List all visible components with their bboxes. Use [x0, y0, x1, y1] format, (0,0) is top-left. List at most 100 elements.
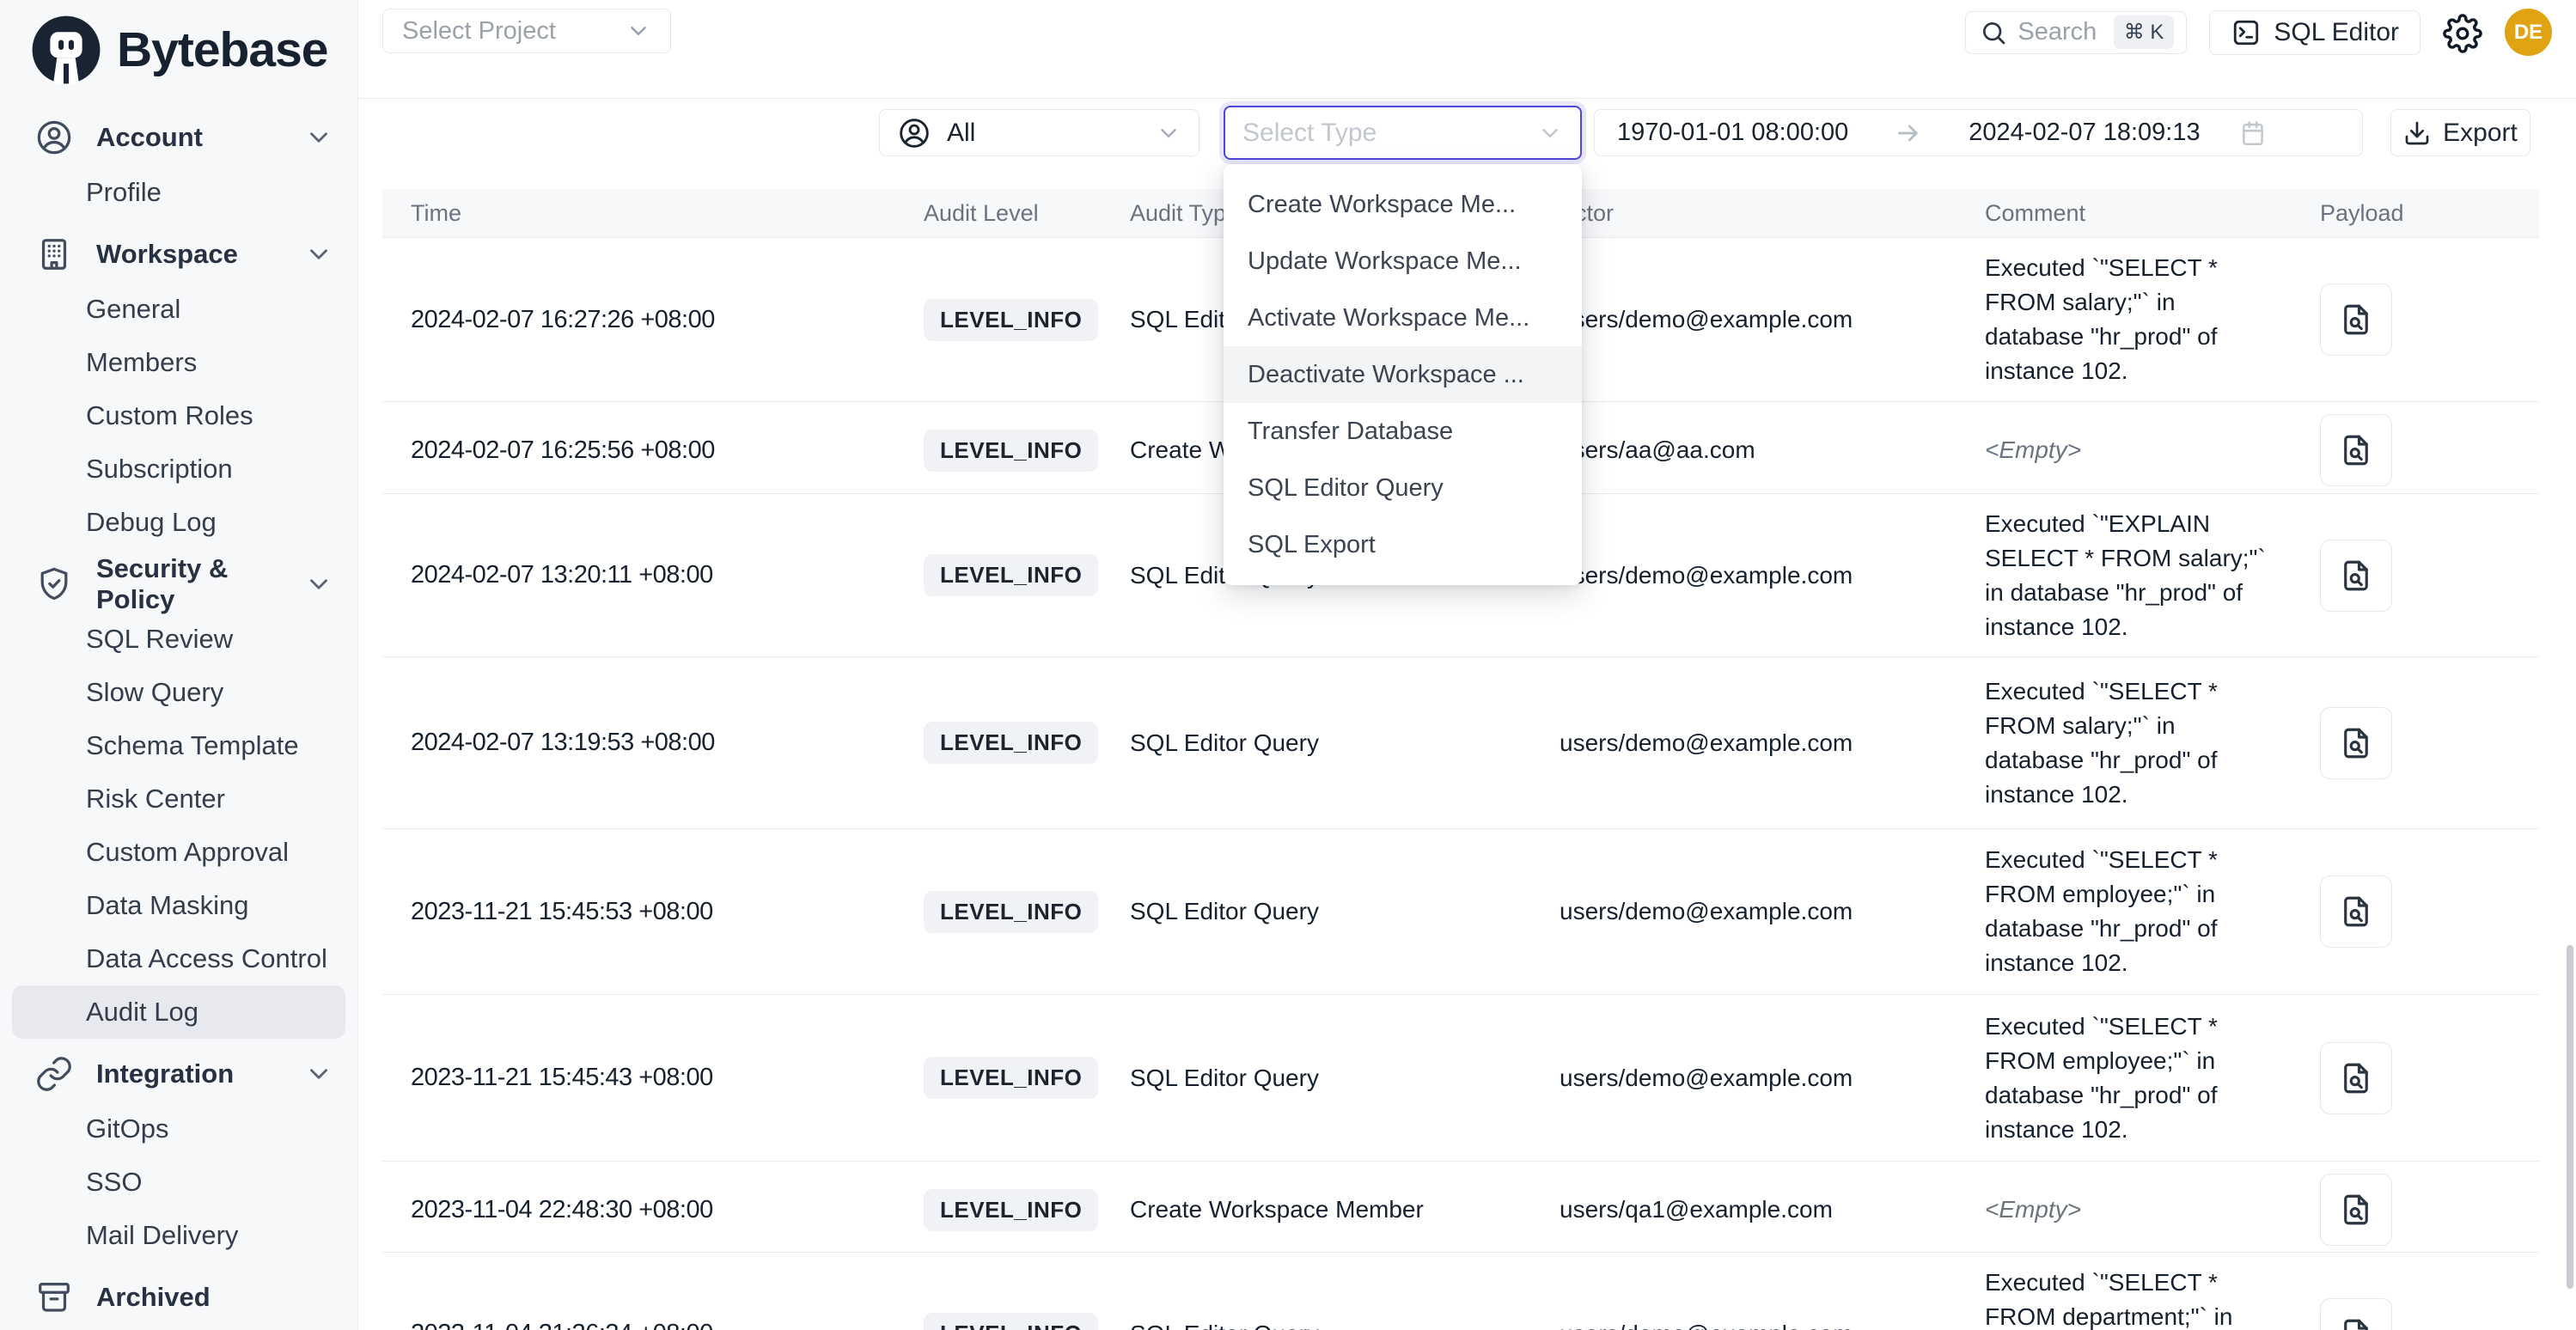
arrow-right-icon	[1895, 119, 1922, 147]
view-payload-button[interactable]	[2320, 1174, 2392, 1246]
chevron-down-icon	[626, 18, 651, 44]
sidebar: Bytebase Account Profile Workspace Gener…	[0, 0, 358, 1330]
view-payload-button[interactable]	[2320, 707, 2392, 779]
cell-audit-level: LEVEL_INFO	[895, 494, 1102, 656]
sidebar-section-integration[interactable]: Integration	[12, 1046, 345, 1102]
menu-item-create-workspace-member[interactable]: Create Workspace Me...	[1224, 176, 1582, 233]
audit-log-page: All Select Type 1970-01-01 08:00:00 2024…	[358, 99, 2576, 1330]
sidebar-item-data-masking[interactable]: Data Masking	[12, 879, 345, 932]
audit-type-dropdown-menu: Create Workspace Me... Update Workspace …	[1224, 164, 1582, 585]
bytebase-app: Bytebase Account Profile Workspace Gener…	[0, 0, 2576, 1330]
cell-actor: users/demo@example.com	[1531, 829, 1956, 994]
sidebar-item-mail-delivery[interactable]: Mail Delivery	[12, 1209, 345, 1262]
cell-actor: users/demo@example.com	[1531, 238, 1956, 401]
date-to[interactable]: 2024-02-07 18:09:13	[1969, 119, 2200, 147]
search-input[interactable]: Search ⌘ K	[1965, 11, 2187, 54]
cell-time: 2023-11-21 15:45:53 +08:00	[382, 829, 895, 994]
link-icon	[34, 1054, 74, 1094]
sidebar-item-schema-template[interactable]: Schema Template	[12, 719, 345, 772]
level-badge: LEVEL_INFO	[924, 1313, 1098, 1330]
sidebar-item-subscription[interactable]: Subscription	[12, 442, 345, 496]
sidebar-item-members[interactable]: Members	[12, 336, 345, 389]
level-badge: LEVEL_INFO	[924, 1057, 1098, 1099]
cell-actor: users/demo@example.com	[1531, 494, 1956, 656]
sidebar-nav: Account Profile Workspace General Member…	[0, 99, 357, 1326]
cell-time: 2024-02-07 16:27:26 +08:00	[382, 238, 895, 401]
project-select-placeholder: Select Project	[402, 17, 556, 46]
sidebar-item-sql-review[interactable]: SQL Review	[12, 613, 345, 666]
cell-audit-type: SQL Editor Query	[1102, 657, 1531, 828]
menu-item-sql-export[interactable]: SQL Export	[1224, 516, 1582, 573]
cell-actor: users/demo@example.com	[1531, 995, 1956, 1161]
view-payload-button[interactable]	[2320, 1042, 2392, 1114]
date-range-picker[interactable]: 1970-01-01 08:00:00 2024-02-07 18:09:13	[1594, 109, 2363, 156]
chevron-down-icon	[304, 123, 333, 152]
sidebar-item-audit-log[interactable]: Audit Log	[12, 985, 345, 1039]
view-payload-button[interactable]	[2320, 414, 2392, 486]
sidebar-section-security-policy[interactable]: Security & Policy	[12, 556, 345, 613]
chevron-down-icon	[1537, 120, 1563, 146]
cell-payload	[2292, 238, 2539, 401]
sidebar-item-data-access-control[interactable]: Data Access Control	[12, 932, 345, 985]
cell-audit-type: SQL Editor Query	[1102, 829, 1531, 994]
cell-time: 2024-02-07 16:25:56 +08:00	[382, 402, 895, 498]
actor-filter-select[interactable]: All	[879, 109, 1199, 156]
level-badge: LEVEL_INFO	[924, 722, 1098, 764]
sidebar-section-archived[interactable]: Archived	[12, 1269, 345, 1326]
column-header-time: Time	[382, 189, 895, 237]
menu-item-activate-workspace-member[interactable]: Activate Workspace Me...	[1224, 290, 1582, 346]
column-header-audit-level: Audit Level	[895, 189, 1102, 237]
cell-audit-level: LEVEL_INFO	[895, 657, 1102, 828]
chevron-down-icon	[1156, 120, 1181, 146]
user-circle-icon	[34, 118, 74, 157]
cell-time: 2023-11-21 15:45:43 +08:00	[382, 995, 895, 1161]
bytebase-logo[interactable]: Bytebase	[0, 0, 357, 99]
user-circle-icon	[897, 116, 931, 150]
view-payload-button[interactable]	[2320, 284, 2392, 356]
sidebar-section-label: Archived	[96, 1282, 211, 1313]
sidebar-item-slow-query[interactable]: Slow Query	[12, 666, 345, 719]
menu-item-transfer-database[interactable]: Transfer Database	[1224, 403, 1582, 460]
cell-audit-level: LEVEL_INFO	[895, 1253, 1102, 1330]
chevron-down-icon	[304, 240, 333, 269]
sidebar-item-risk-center[interactable]: Risk Center	[12, 772, 345, 826]
table-row: 2023-11-21 15:45:53 +08:00 LEVEL_INFO SQ…	[382, 829, 2539, 995]
audit-type-select[interactable]: Select Type	[1224, 106, 1582, 160]
search-icon	[1980, 19, 2007, 46]
sidebar-section-workspace[interactable]: Workspace	[12, 226, 345, 283]
cell-audit-level: LEVEL_INFO	[895, 402, 1102, 498]
view-payload-button[interactable]	[2320, 875, 2392, 948]
cell-actor: users/demo@example.com	[1531, 657, 1956, 828]
level-badge: LEVEL_INFO	[924, 891, 1098, 933]
cell-audit-type: Create Workspace Member	[1102, 1162, 1531, 1258]
sidebar-item-profile[interactable]: Profile	[12, 166, 345, 219]
project-select[interactable]: Select Project	[382, 9, 671, 53]
sidebar-item-general[interactable]: General	[12, 283, 345, 336]
sidebar-item-gitops[interactable]: GitOps	[12, 1102, 345, 1156]
chevron-down-icon	[304, 1059, 333, 1089]
menu-item-update-workspace-member[interactable]: Update Workspace Me...	[1224, 233, 1582, 290]
search-placeholder: Search	[2017, 18, 2103, 46]
view-payload-button[interactable]	[2320, 1298, 2392, 1330]
table-row: 2023-11-04 22:48:30 +08:00 LEVEL_INFO Cr…	[382, 1162, 2539, 1253]
cell-comment: Executed `"SELECT * FROM department;"` i…	[1956, 1253, 2292, 1330]
cell-payload	[2292, 995, 2539, 1161]
menu-item-sql-editor-query[interactable]: SQL Editor Query	[1224, 460, 1582, 516]
scrollbar[interactable]	[2567, 945, 2573, 1289]
sidebar-item-sso[interactable]: SSO	[12, 1156, 345, 1209]
cell-time: 2023-11-04 21:26:34 +08:00	[382, 1253, 895, 1330]
calendar-icon	[2238, 119, 2268, 148]
sql-editor-button[interactable]: SQL Editor	[2209, 10, 2420, 55]
cell-comment: Executed `"SELECT * FROM employee;"` in …	[1956, 995, 2292, 1161]
menu-item-deactivate-workspace-member[interactable]: Deactivate Workspace ...	[1224, 346, 1582, 403]
sidebar-section-account[interactable]: Account	[12, 109, 345, 166]
view-payload-button[interactable]	[2320, 540, 2392, 612]
gear-icon[interactable]	[2443, 14, 2482, 53]
sidebar-item-custom-roles[interactable]: Custom Roles	[12, 389, 345, 442]
date-from[interactable]: 1970-01-01 08:00:00	[1617, 119, 1848, 147]
sidebar-item-debug-log[interactable]: Debug Log	[12, 496, 345, 549]
avatar[interactable]: DE	[2505, 9, 2552, 56]
cell-payload	[2292, 829, 2539, 994]
sidebar-item-custom-approval[interactable]: Custom Approval	[12, 826, 345, 879]
export-button[interactable]: Export	[2390, 109, 2530, 156]
